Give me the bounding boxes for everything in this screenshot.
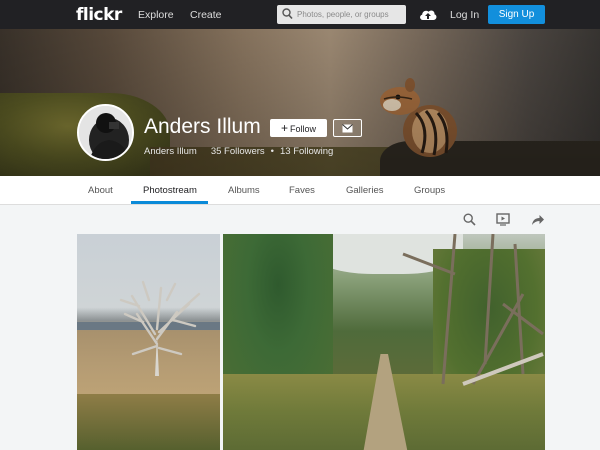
profile-tabs: About Photostream Albums Faves Galleries… bbox=[0, 176, 600, 205]
mail-icon bbox=[342, 124, 353, 133]
slideshow-icon[interactable] bbox=[496, 213, 510, 226]
follow-button[interactable]: + Follow bbox=[270, 119, 327, 137]
search-box[interactable] bbox=[277, 5, 406, 24]
profile-stats: Anders Illum 35 Followers • 13 Following bbox=[144, 146, 333, 157]
follow-label: Follow bbox=[290, 124, 317, 134]
followers-link[interactable]: 35 Followers bbox=[211, 146, 265, 157]
plus-icon: + bbox=[280, 121, 288, 135]
username-label: Anders Illum bbox=[144, 146, 197, 157]
message-button[interactable] bbox=[333, 119, 362, 137]
profile-name: Anders Illum bbox=[144, 115, 261, 138]
tab-galleries[interactable]: Galleries bbox=[346, 185, 384, 196]
tab-faves[interactable]: Faves bbox=[289, 185, 315, 196]
following-link[interactable]: 13 Following bbox=[280, 146, 333, 157]
upload-cloud-icon[interactable] bbox=[418, 6, 438, 22]
tab-albums[interactable]: Albums bbox=[228, 185, 260, 196]
search-icon bbox=[282, 8, 293, 20]
tab-photostream[interactable]: Photostream bbox=[143, 185, 197, 196]
share-icon[interactable] bbox=[531, 213, 545, 226]
flickr-logo[interactable]: flickr bbox=[76, 5, 122, 25]
bare-branches-image bbox=[402, 234, 544, 386]
signup-button[interactable]: Sign Up bbox=[488, 5, 545, 24]
separator-dot: • bbox=[270, 146, 274, 157]
login-link[interactable]: Log In bbox=[450, 9, 479, 21]
active-tab-underline bbox=[131, 201, 208, 204]
search-icon[interactable] bbox=[463, 213, 476, 226]
tab-about[interactable]: About bbox=[88, 185, 113, 196]
nav-explore-link[interactable]: Explore bbox=[138, 9, 174, 21]
tab-groups[interactable]: Groups bbox=[414, 185, 445, 196]
dead-tree-image bbox=[119, 280, 201, 376]
nav-create-link[interactable]: Create bbox=[190, 9, 222, 21]
photo-dead-tree[interactable] bbox=[77, 234, 220, 450]
photo-forest-path[interactable] bbox=[223, 234, 545, 450]
avatar[interactable] bbox=[77, 104, 134, 161]
top-nav: flickr Explore Create Log In Sign Up bbox=[0, 0, 600, 29]
search-input[interactable] bbox=[297, 7, 401, 22]
